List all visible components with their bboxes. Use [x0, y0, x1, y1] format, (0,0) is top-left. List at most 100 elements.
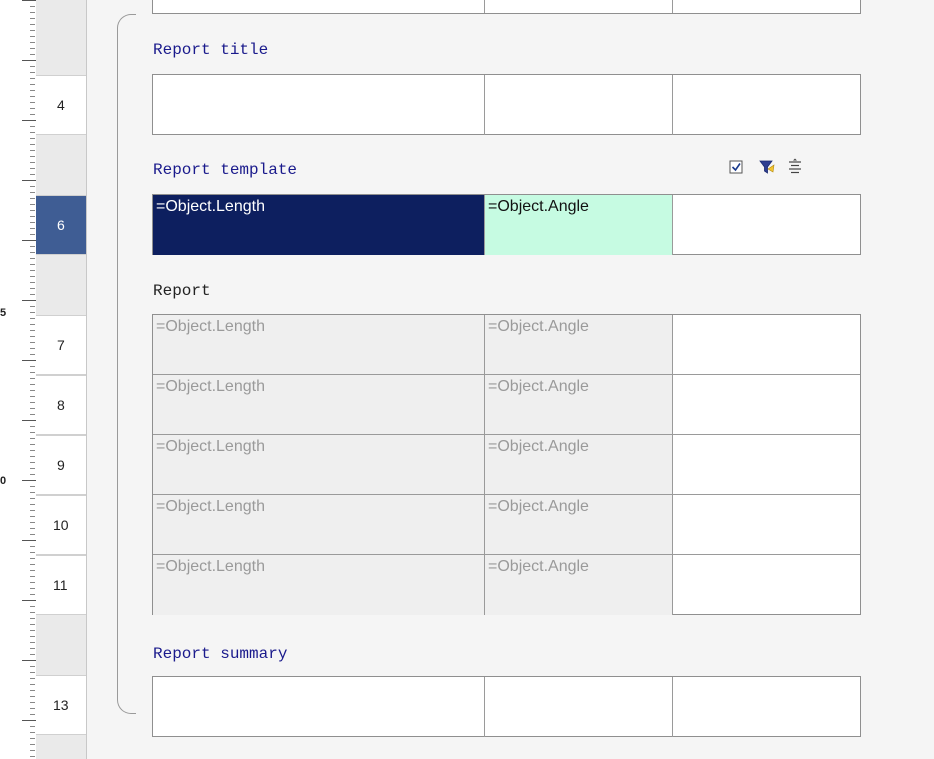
template-cell-angle[interactable]: =Object.Angle — [485, 195, 673, 255]
grid-cell[interactable] — [153, 75, 485, 135]
report-cell[interactable]: =Object.Angle — [485, 315, 673, 374]
ruler-tick — [30, 96, 35, 97]
vertical-ruler: 5 0 — [0, 0, 36, 759]
ruler-tick — [30, 546, 35, 547]
ruler-tick — [30, 492, 35, 493]
ruler-tick — [30, 216, 35, 217]
report-cell[interactable] — [673, 375, 860, 434]
ruler-tick — [30, 48, 35, 49]
report-cell[interactable]: =Object.Length — [153, 315, 485, 374]
ruler-tick — [30, 168, 35, 169]
report-cell[interactable]: =Object.Length — [153, 435, 485, 494]
report-label: Report — [153, 282, 211, 300]
grid-cell[interactable] — [485, 677, 673, 737]
checkbox-icon[interactable] — [728, 158, 746, 176]
ruler-tick — [22, 240, 36, 241]
report-cell[interactable] — [673, 555, 860, 615]
ruler-tick — [30, 306, 35, 307]
ruler-tick — [30, 384, 35, 385]
ruler-tick — [30, 108, 35, 109]
ruler-tick — [30, 468, 35, 469]
report-cell[interactable]: =Object.Angle — [485, 435, 673, 494]
row-header-column: 4 6 7 8 9 10 11 13 — [36, 0, 87, 759]
grid-cell[interactable] — [673, 75, 860, 135]
report-cell[interactable]: =Object.Angle — [485, 495, 673, 554]
row-header[interactable]: 11 — [36, 555, 86, 615]
ruler-tick — [30, 456, 35, 457]
table-row: =Object.Length =Object.Angle — [153, 555, 860, 615]
report-cell[interactable]: =Object.Angle — [485, 555, 673, 615]
grid-cell[interactable] — [673, 677, 860, 737]
report-cell[interactable] — [673, 315, 860, 374]
row-header[interactable]: 10 — [36, 495, 86, 555]
ruler-tick — [30, 450, 35, 451]
ruler-tick — [30, 666, 35, 667]
ruler-tick — [22, 660, 36, 661]
report-template-label: Report template — [153, 161, 298, 179]
row-number: 6 — [57, 217, 65, 233]
grid-row: =Object.Length =Object.Angle — [153, 195, 860, 255]
report-cell[interactable]: =Object.Length — [153, 495, 485, 554]
grid-row — [153, 677, 860, 737]
report-cell[interactable]: =Object.Angle — [485, 375, 673, 434]
ruler-tick — [30, 132, 35, 133]
ruler-tick — [22, 60, 36, 61]
row-header-selected[interactable]: 6 — [36, 195, 86, 255]
ruler-tick — [30, 708, 35, 709]
ruler-tick — [30, 252, 35, 253]
ruler-tick — [30, 726, 35, 727]
ruler-tick — [30, 78, 35, 79]
grid-cell[interactable] — [485, 75, 673, 135]
ruler-tick — [22, 300, 36, 301]
ruler-tick — [30, 510, 35, 511]
ruler-tick — [30, 750, 35, 751]
ruler-tick — [30, 558, 35, 559]
ruler-tick — [30, 444, 35, 445]
ruler-tick — [30, 102, 35, 103]
ruler-tick — [30, 756, 35, 757]
ruler-tick — [30, 534, 35, 535]
ruler-tick — [30, 30, 35, 31]
report-cell[interactable]: =Object.Length — [153, 375, 485, 434]
ruler-tick — [30, 342, 35, 343]
ruler-tick — [30, 126, 35, 127]
row-header[interactable]: 8 — [36, 375, 86, 435]
ruler-tick — [30, 72, 35, 73]
ruler-tick — [30, 282, 35, 283]
ruler-tick — [30, 156, 35, 157]
ruler-tick — [30, 228, 35, 229]
ruler-tick — [30, 288, 35, 289]
row-header[interactable]: 4 — [36, 75, 86, 135]
ruler-tick — [22, 0, 36, 1]
row-number: 4 — [57, 97, 65, 113]
ruler-tick — [30, 426, 35, 427]
ruler-tick — [30, 336, 35, 337]
template-cell-length[interactable]: =Object.Length — [153, 195, 485, 255]
ruler-tick — [30, 210, 35, 211]
align-icon[interactable] — [786, 158, 804, 176]
ruler-tick — [22, 420, 36, 421]
ruler-tick — [30, 390, 35, 391]
ruler-tick — [30, 324, 35, 325]
ruler-tick — [30, 204, 35, 205]
ruler-tick — [30, 630, 35, 631]
report-cell[interactable] — [673, 495, 860, 554]
template-cell-empty[interactable] — [673, 195, 860, 255]
ruler-tick — [30, 588, 35, 589]
report-summary-label: Report summary — [153, 645, 288, 663]
row-header[interactable]: 13 — [36, 675, 86, 735]
table-row: =Object.Length =Object.Angle — [153, 375, 860, 435]
ruler-tick — [30, 504, 35, 505]
ruler-tick — [30, 522, 35, 523]
row-header[interactable]: 7 — [36, 315, 86, 375]
grid-cell[interactable] — [153, 677, 485, 737]
report-template-grid: =Object.Length =Object.Angle — [152, 194, 861, 255]
table-row: =Object.Length =Object.Angle — [153, 495, 860, 555]
row-header[interactable]: 9 — [36, 435, 86, 495]
report-cell[interactable] — [673, 435, 860, 494]
ruler-tick — [30, 144, 35, 145]
ruler-tick — [30, 54, 35, 55]
ruler-tick — [30, 378, 35, 379]
report-cell[interactable]: =Object.Length — [153, 555, 485, 615]
filter-icon[interactable] — [758, 158, 776, 176]
